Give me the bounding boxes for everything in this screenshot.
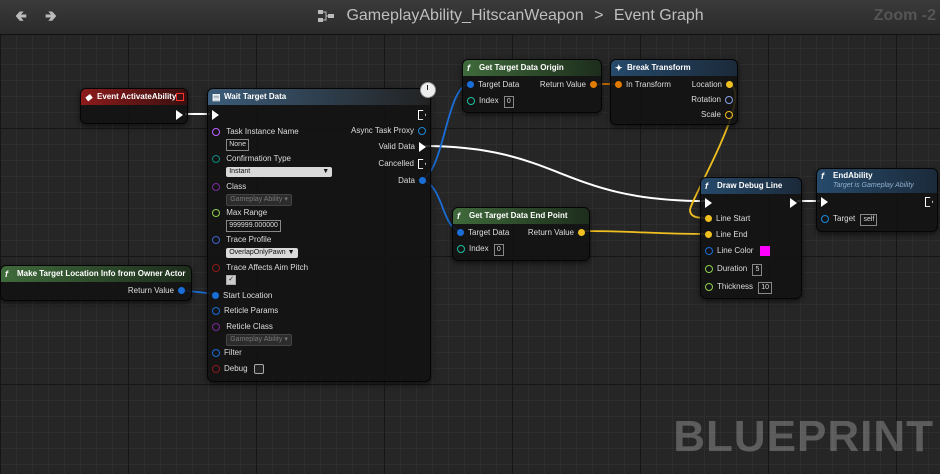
- forward-arrow-icon[interactable]: 🢂: [42, 8, 60, 26]
- blueprint-watermark: BLUEPRINT: [673, 412, 934, 461]
- reticle-class-pin[interactable]: Reticle Class Gameplay Ability ▾: [208, 321, 292, 346]
- zoom-level: Zoom -2: [873, 7, 936, 24]
- thickness-pin[interactable]: Thickness 10: [701, 281, 773, 294]
- confirmation-type-dropdown[interactable]: Instant ▼: [226, 167, 333, 177]
- thickness-field[interactable]: 10: [758, 282, 773, 294]
- line-end-pin[interactable]: Line End: [701, 229, 748, 241]
- confirmation-type-pin[interactable]: Confirmation Type Instant ▼: [208, 153, 333, 177]
- exec-in-pin[interactable]: [208, 109, 223, 121]
- index-pin[interactable]: Index 0: [453, 243, 504, 256]
- function-icon: f: [5, 269, 8, 279]
- event-graph-icon: [318, 9, 334, 23]
- exec-out-pin[interactable]: [921, 196, 937, 208]
- class-pin[interactable]: Class Gameplay Ability ▾: [208, 181, 292, 206]
- wait-target-data-node[interactable]: ▤ Wait Target Data Task Instance Name No…: [207, 88, 431, 382]
- max-range-field[interactable]: 999999.000000: [226, 220, 281, 232]
- function-icon: f: [821, 171, 824, 181]
- exec-in-pin[interactable]: [817, 196, 832, 208]
- graph-toolbar: 🢀 🢂 GameplayAbility_HitscanWeapon > Even…: [0, 0, 940, 35]
- cancelled-pin[interactable]: Cancelled: [378, 158, 430, 170]
- get-target-data-end-point-node[interactable]: f Get Target Data End Point Target Data …: [452, 207, 590, 261]
- node-title: Wait Target Data: [224, 92, 287, 101]
- location-pin[interactable]: Location: [692, 79, 737, 91]
- async-task-proxy-pin[interactable]: Async Task Proxy: [351, 125, 430, 137]
- return-value-pin[interactable]: Return Value: [528, 227, 589, 239]
- function-icon: f: [467, 63, 470, 73]
- graph-name: Event Graph: [613, 7, 704, 24]
- make-target-location-node[interactable]: f Make Target Location Info from Owner A…: [0, 265, 192, 301]
- debug-checkbox[interactable]: [253, 363, 264, 374]
- exec-wire: [422, 145, 706, 202]
- task-instance-name-field[interactable]: None: [226, 139, 249, 151]
- node-title: EndAbility: [833, 171, 873, 180]
- node-title: Get Target Data End Point: [469, 211, 568, 220]
- line-color-swatch[interactable]: [759, 245, 770, 256]
- latent-clock-icon: [420, 82, 436, 98]
- filter-pin[interactable]: Filter: [208, 347, 242, 359]
- chevron-down-icon: ▼: [322, 168, 330, 175]
- exec-out-pin[interactable]: [414, 109, 430, 121]
- rotation-pin[interactable]: Rotation: [691, 94, 737, 106]
- debug-pin[interactable]: Debug: [208, 363, 264, 375]
- target-data-pin[interactable]: Target Data: [453, 227, 509, 239]
- class-dropdown[interactable]: Gameplay Ability ▾: [226, 194, 292, 206]
- node-title: Event ActivateAbility: [97, 92, 177, 101]
- max-range-pin[interactable]: Max Range 999999.000000: [208, 207, 281, 232]
- vector-wire: [579, 230, 708, 235]
- target-self-field[interactable]: self: [860, 214, 878, 226]
- node-subtitle: Target is Gameplay Ability: [833, 182, 914, 189]
- function-icon: f: [457, 211, 460, 221]
- exec-out-pin[interactable]: [786, 197, 801, 209]
- trace-affects-aim-pitch-pin[interactable]: Trace Affects Aim Pitch ✓: [208, 262, 308, 286]
- blueprint-name[interactable]: GameplayAbility_HitscanWeapon: [346, 7, 583, 24]
- breadcrumb: GameplayAbility_HitscanWeapon > Event Gr…: [318, 7, 704, 25]
- index-pin[interactable]: Index 0: [463, 95, 514, 108]
- break-transform-node[interactable]: ✦ Break Transform In Transform Location …: [610, 59, 738, 125]
- scale-pin[interactable]: Scale: [701, 109, 737, 121]
- task-icon: ▤: [212, 92, 221, 102]
- event-icon: ◆: [85, 92, 92, 102]
- index-field[interactable]: 0: [503, 96, 514, 108]
- node-title: Make Target Location Info from Owner Act…: [17, 269, 186, 278]
- target-pin[interactable]: Target self: [817, 213, 878, 226]
- reticle-params-pin[interactable]: Reticle Params: [208, 305, 278, 317]
- reticle-class-dropdown[interactable]: Gameplay Ability ▾: [226, 334, 292, 346]
- duration-field[interactable]: 5: [752, 264, 763, 276]
- node-title: Get Target Data Origin: [479, 63, 564, 72]
- line-color-pin[interactable]: Line Color: [701, 245, 770, 257]
- in-transform-pin[interactable]: In Transform: [611, 79, 671, 91]
- index-field[interactable]: 0: [493, 244, 504, 256]
- get-target-data-origin-node[interactable]: f Get Target Data Origin Target Data Ind…: [462, 59, 602, 113]
- breadcrumb-separator: >: [594, 7, 604, 24]
- exec-in-pin[interactable]: [701, 197, 716, 209]
- return-value-pin[interactable]: Return Value: [128, 285, 189, 297]
- break-struct-icon: ✦: [615, 63, 623, 73]
- duration-pin[interactable]: Duration 5: [701, 263, 763, 276]
- trace-affects-aim-pitch-checkbox[interactable]: ✓: [226, 274, 237, 285]
- trace-profile-pin[interactable]: Trace Profile OverlapOnlyPawn ▼: [208, 234, 298, 258]
- exec-out-pin[interactable]: [172, 109, 187, 121]
- node-title: Break Transform: [627, 63, 691, 72]
- return-value-pin[interactable]: Return Value: [540, 79, 601, 91]
- trace-profile-dropdown[interactable]: OverlapOnlyPawn ▼: [226, 248, 298, 258]
- function-icon: f: [705, 181, 708, 191]
- line-start-pin[interactable]: Line Start: [701, 213, 750, 225]
- start-location-pin[interactable]: Start Location: [208, 290, 272, 302]
- back-arrow-icon[interactable]: 🢀: [12, 8, 30, 26]
- data-pin[interactable]: Data: [398, 175, 430, 187]
- delegate-pin-icon[interactable]: [176, 93, 184, 101]
- task-instance-name-pin[interactable]: Task Instance Name None: [208, 126, 299, 151]
- valid-data-pin[interactable]: Valid Data: [379, 141, 430, 153]
- event-activate-ability-node[interactable]: ◆ Event ActivateAbility: [80, 88, 188, 124]
- node-title: Draw Debug Line: [717, 181, 783, 190]
- target-data-pin[interactable]: Target Data: [463, 79, 519, 91]
- draw-debug-line-node[interactable]: f Draw Debug Line Line Start Line End Li…: [700, 177, 802, 299]
- end-ability-node[interactable]: f EndAbility Target is Gameplay Ability …: [816, 168, 938, 232]
